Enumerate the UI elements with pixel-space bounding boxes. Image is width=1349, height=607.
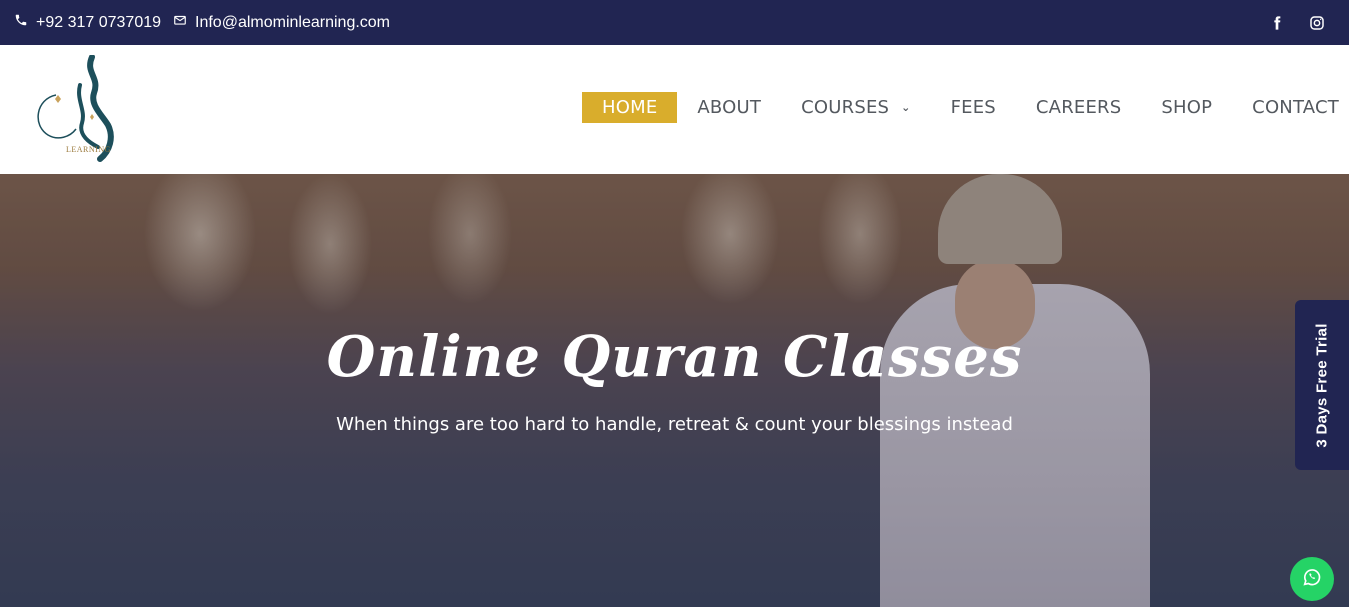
envelope-icon	[173, 13, 187, 32]
instagram-icon[interactable]	[1309, 15, 1325, 31]
site-logo[interactable]: LEARNING	[30, 54, 125, 167]
nav-shop-label: SHOP	[1161, 97, 1213, 118]
site-header: LEARNING HOME ABOUT COURSES ⌄ FEES CAREER…	[0, 45, 1349, 174]
nav-about-label: ABOUT	[697, 97, 762, 118]
phone-contact[interactable]: +92 317 0737019	[14, 13, 161, 32]
nav-fees[interactable]: FEES	[931, 92, 1016, 123]
nav-contact[interactable]: CONTACT	[1232, 92, 1349, 123]
social-links	[1269, 15, 1325, 31]
nav-about[interactable]: ABOUT	[677, 92, 781, 123]
nav-fees-label: FEES	[950, 97, 996, 118]
main-nav: HOME ABOUT COURSES ⌄ FEES CAREERS SHOP CO…	[582, 92, 1349, 123]
nav-courses[interactable]: COURSES ⌄	[781, 92, 930, 123]
hero-overlay	[0, 174, 1349, 607]
free-trial-tab[interactable]: 3 Days Free Trial	[1295, 300, 1349, 470]
facebook-icon[interactable]	[1269, 15, 1285, 31]
whatsapp-button[interactable]	[1290, 557, 1334, 601]
nav-careers-label: CAREERS	[1035, 97, 1122, 118]
email-address[interactable]: Info@almominlearning.com	[195, 14, 390, 32]
logo-text: LEARNING	[66, 145, 111, 154]
nav-contact-label: CONTACT	[1252, 97, 1339, 118]
nav-shop[interactable]: SHOP	[1141, 92, 1232, 123]
phone-icon	[14, 13, 28, 32]
whatsapp-icon	[1301, 566, 1323, 593]
hero-title: Online Quran Classes	[326, 324, 1023, 390]
nav-courses-label: COURSES	[801, 97, 890, 118]
contact-info: +92 317 0737019 Info@almominlearning.com	[14, 13, 390, 32]
hero-subtitle: When things are too hard to handle, retr…	[336, 414, 1013, 435]
top-bar: +92 317 0737019 Info@almominlearning.com	[0, 0, 1349, 45]
email-contact[interactable]: Info@almominlearning.com	[173, 13, 390, 32]
free-trial-label: 3 Days Free Trial	[1313, 322, 1331, 448]
nav-home-label: HOME	[602, 97, 658, 118]
phone-number[interactable]: +92 317 0737019	[36, 14, 161, 32]
nav-home[interactable]: HOME	[582, 92, 678, 123]
hero-banner: Online Quran Classes When things are too…	[0, 174, 1349, 607]
chevron-down-icon[interactable]: ⌄	[901, 101, 910, 114]
nav-careers[interactable]: CAREERS	[1016, 92, 1141, 123]
